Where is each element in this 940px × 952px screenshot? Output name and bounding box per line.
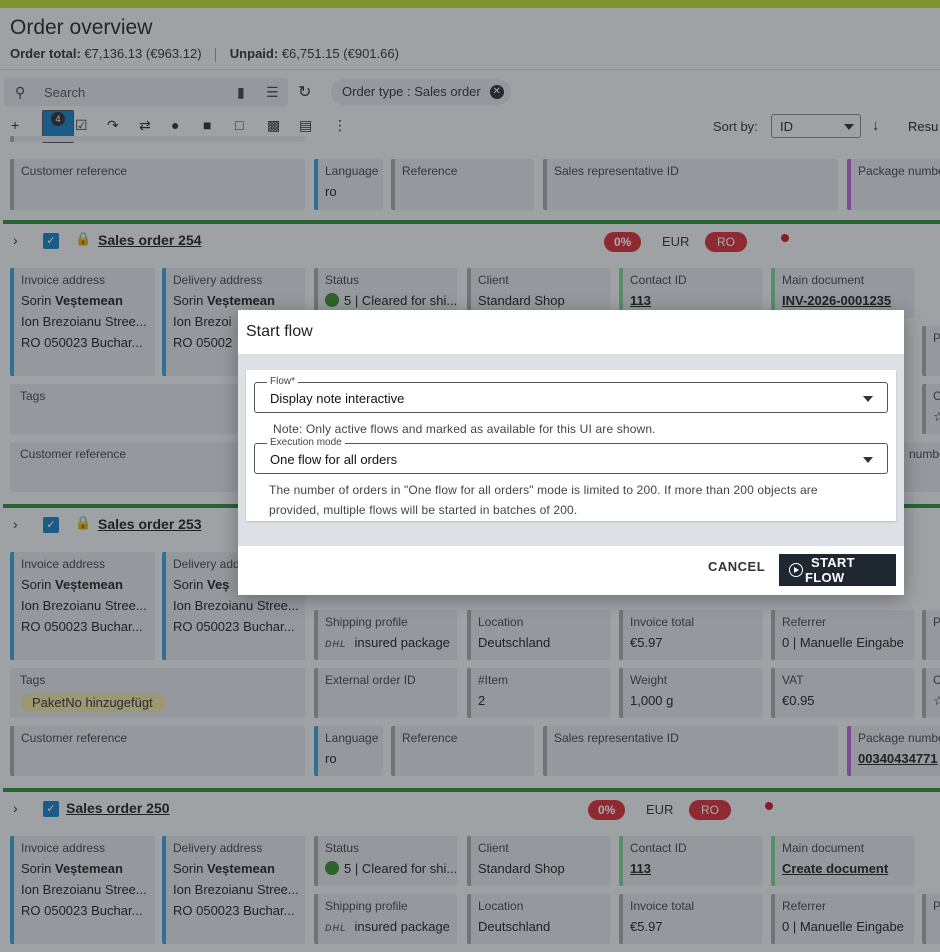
dialog-panel: Flow* Display note interactive Note: Onl… xyxy=(246,370,896,521)
dialog-title: Start flow xyxy=(238,310,904,354)
flow-select-value: Display note interactive xyxy=(270,391,405,406)
execution-mode-select[interactable]: Execution mode One flow for all orders xyxy=(254,437,888,474)
dialog-body: Flow* Display note interactive Note: Onl… xyxy=(238,354,904,546)
start-flow-dialog: Start flow Flow* Display note interactiv… xyxy=(238,310,904,595)
start-flow-button[interactable]: START FLOW xyxy=(779,554,896,586)
flow-select-label: Flow* xyxy=(267,376,299,387)
chevron-down-icon xyxy=(863,457,873,463)
flow-note: Note: Only active flows and marked as av… xyxy=(273,422,656,436)
execution-mode-note: The number of orders in "One flow for al… xyxy=(269,483,818,517)
cancel-button[interactable]: CANCEL xyxy=(708,559,765,574)
play-circle-icon xyxy=(789,563,803,577)
execution-mode-label: Execution mode xyxy=(267,437,345,448)
dialog-footer: CANCEL START FLOW xyxy=(238,546,904,595)
execution-mode-value: One flow for all orders xyxy=(270,452,398,467)
start-flow-label: START FLOW xyxy=(805,555,855,585)
chevron-down-icon xyxy=(863,396,873,402)
flow-select[interactable]: Flow* Display note interactive xyxy=(254,376,888,413)
